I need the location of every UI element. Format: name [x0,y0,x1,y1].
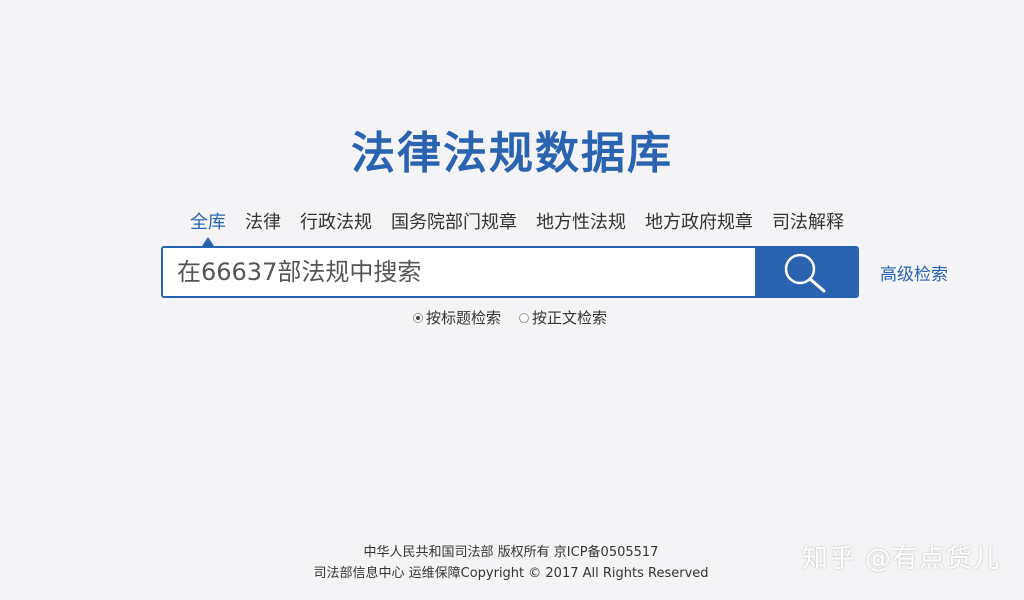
search-bar [161,246,859,298]
search-by-body-label: 按正文检索 [532,309,608,327]
tab-local-government-rules[interactable]: 地方政府规章 [645,210,753,236]
watermark-text: 知乎 @有点货儿 [801,544,1000,574]
search-mode-options: 按标题检索 按正文检索 [413,308,607,328]
category-tabs: 全库 法律 行政法规 国务院部门规章 地方性法规 地方政府规章 司法解释 [190,210,844,246]
radio-checked-icon[interactable] [413,313,423,323]
tab-administrative-regulations[interactable]: 行政法规 [300,210,372,236]
tab-state-council-rules[interactable]: 国务院部门规章 [391,210,517,236]
search-by-title-label: 按标题检索 [426,309,502,327]
page-title: 法律法规数据库 [351,128,673,179]
radio-unchecked-icon[interactable] [519,313,530,323]
search-input[interactable] [163,248,755,296]
tab-all[interactable]: 全库 [190,210,226,246]
advanced-search-link[interactable]: 高级检索 [880,260,948,285]
search-button[interactable] [755,248,857,296]
tab-judicial-interpretations[interactable]: 司法解释 [772,210,844,236]
search-icon [784,253,826,293]
tab-local-regulations[interactable]: 地方性法规 [536,210,626,236]
active-tab-caret-icon [202,237,214,246]
search-by-body-option[interactable]: 按正文检索 [519,308,607,328]
search-by-title-option[interactable]: 按标题检索 [413,308,501,328]
tab-label: 全库 [190,212,226,233]
tab-law[interactable]: 法律 [245,210,281,236]
